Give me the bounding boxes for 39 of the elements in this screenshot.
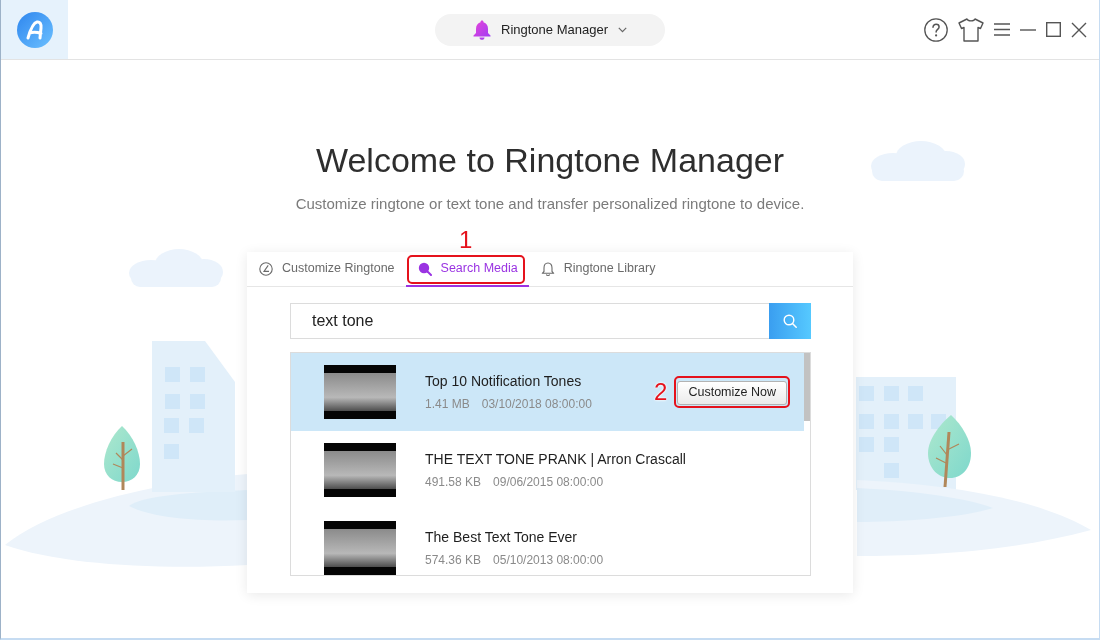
tab[interactable]: Customize Ringtone [247,252,406,287]
video-title: THE TEXT TONE PRANK | Arron Crascall [425,450,686,468]
result-row[interactable]: Top 10 Notification Tones 1.41 MB 03/10/2018 08:00:00 2 Customize Now [291,353,804,431]
welcome-title: Welcome to Ringtone Manager [315,140,785,181]
video-thumbnail [324,443,396,497]
customize-button[interactable]: Customize Now [677,380,787,405]
search-icon [783,314,797,328]
app-logo-icon [16,11,53,48]
tree-drawing [104,426,140,490]
mode-title: Ringtone Manager [501,20,608,39]
tab[interactable]: Ringtone Library [528,252,667,287]
mode-dropdown[interactable]: Ringtone Manager [435,13,665,46]
angle-circle-icon [259,261,273,276]
callout-number: 1 [459,228,473,252]
minimize-icon[interactable] [1020,28,1036,31]
file-size: 491.58 KB [425,475,482,490]
search-field[interactable]: text tone [290,303,769,339]
upload-date: 03/10/2018 08:00:00 [481,397,592,412]
video-thumbnail [324,365,396,419]
callout-number: 2 [654,380,668,404]
upload-date: 09/06/2015 08:00:00 [493,475,604,490]
welcome-subtitle: Customize ringtone or text tone and transfer personalized ringtone to device. [295,194,805,214]
shirt-icon[interactable] [958,17,984,42]
help-icon[interactable] [924,17,948,42]
menu-icon[interactable] [994,23,1010,36]
file-size: 574.36 KB [425,553,482,568]
video-thumbnail [324,521,396,575]
scrollbar-thumb[interactable] [804,353,810,421]
maximize-icon[interactable] [1046,22,1061,37]
upload-date: 05/10/2013 08:00:00 [493,553,604,568]
bell-icon [540,261,555,276]
video-title: Top 10 Notification Tones [425,372,583,390]
tab[interactable]: Search Media [405,252,529,287]
chevron-down-icon [618,26,627,33]
video-title: The Best Text Tone Ever [425,528,578,546]
search-icon [417,261,432,276]
bell-icon [473,19,491,40]
file-size: 1.41 MB [425,397,470,412]
close-icon[interactable] [1071,21,1087,38]
